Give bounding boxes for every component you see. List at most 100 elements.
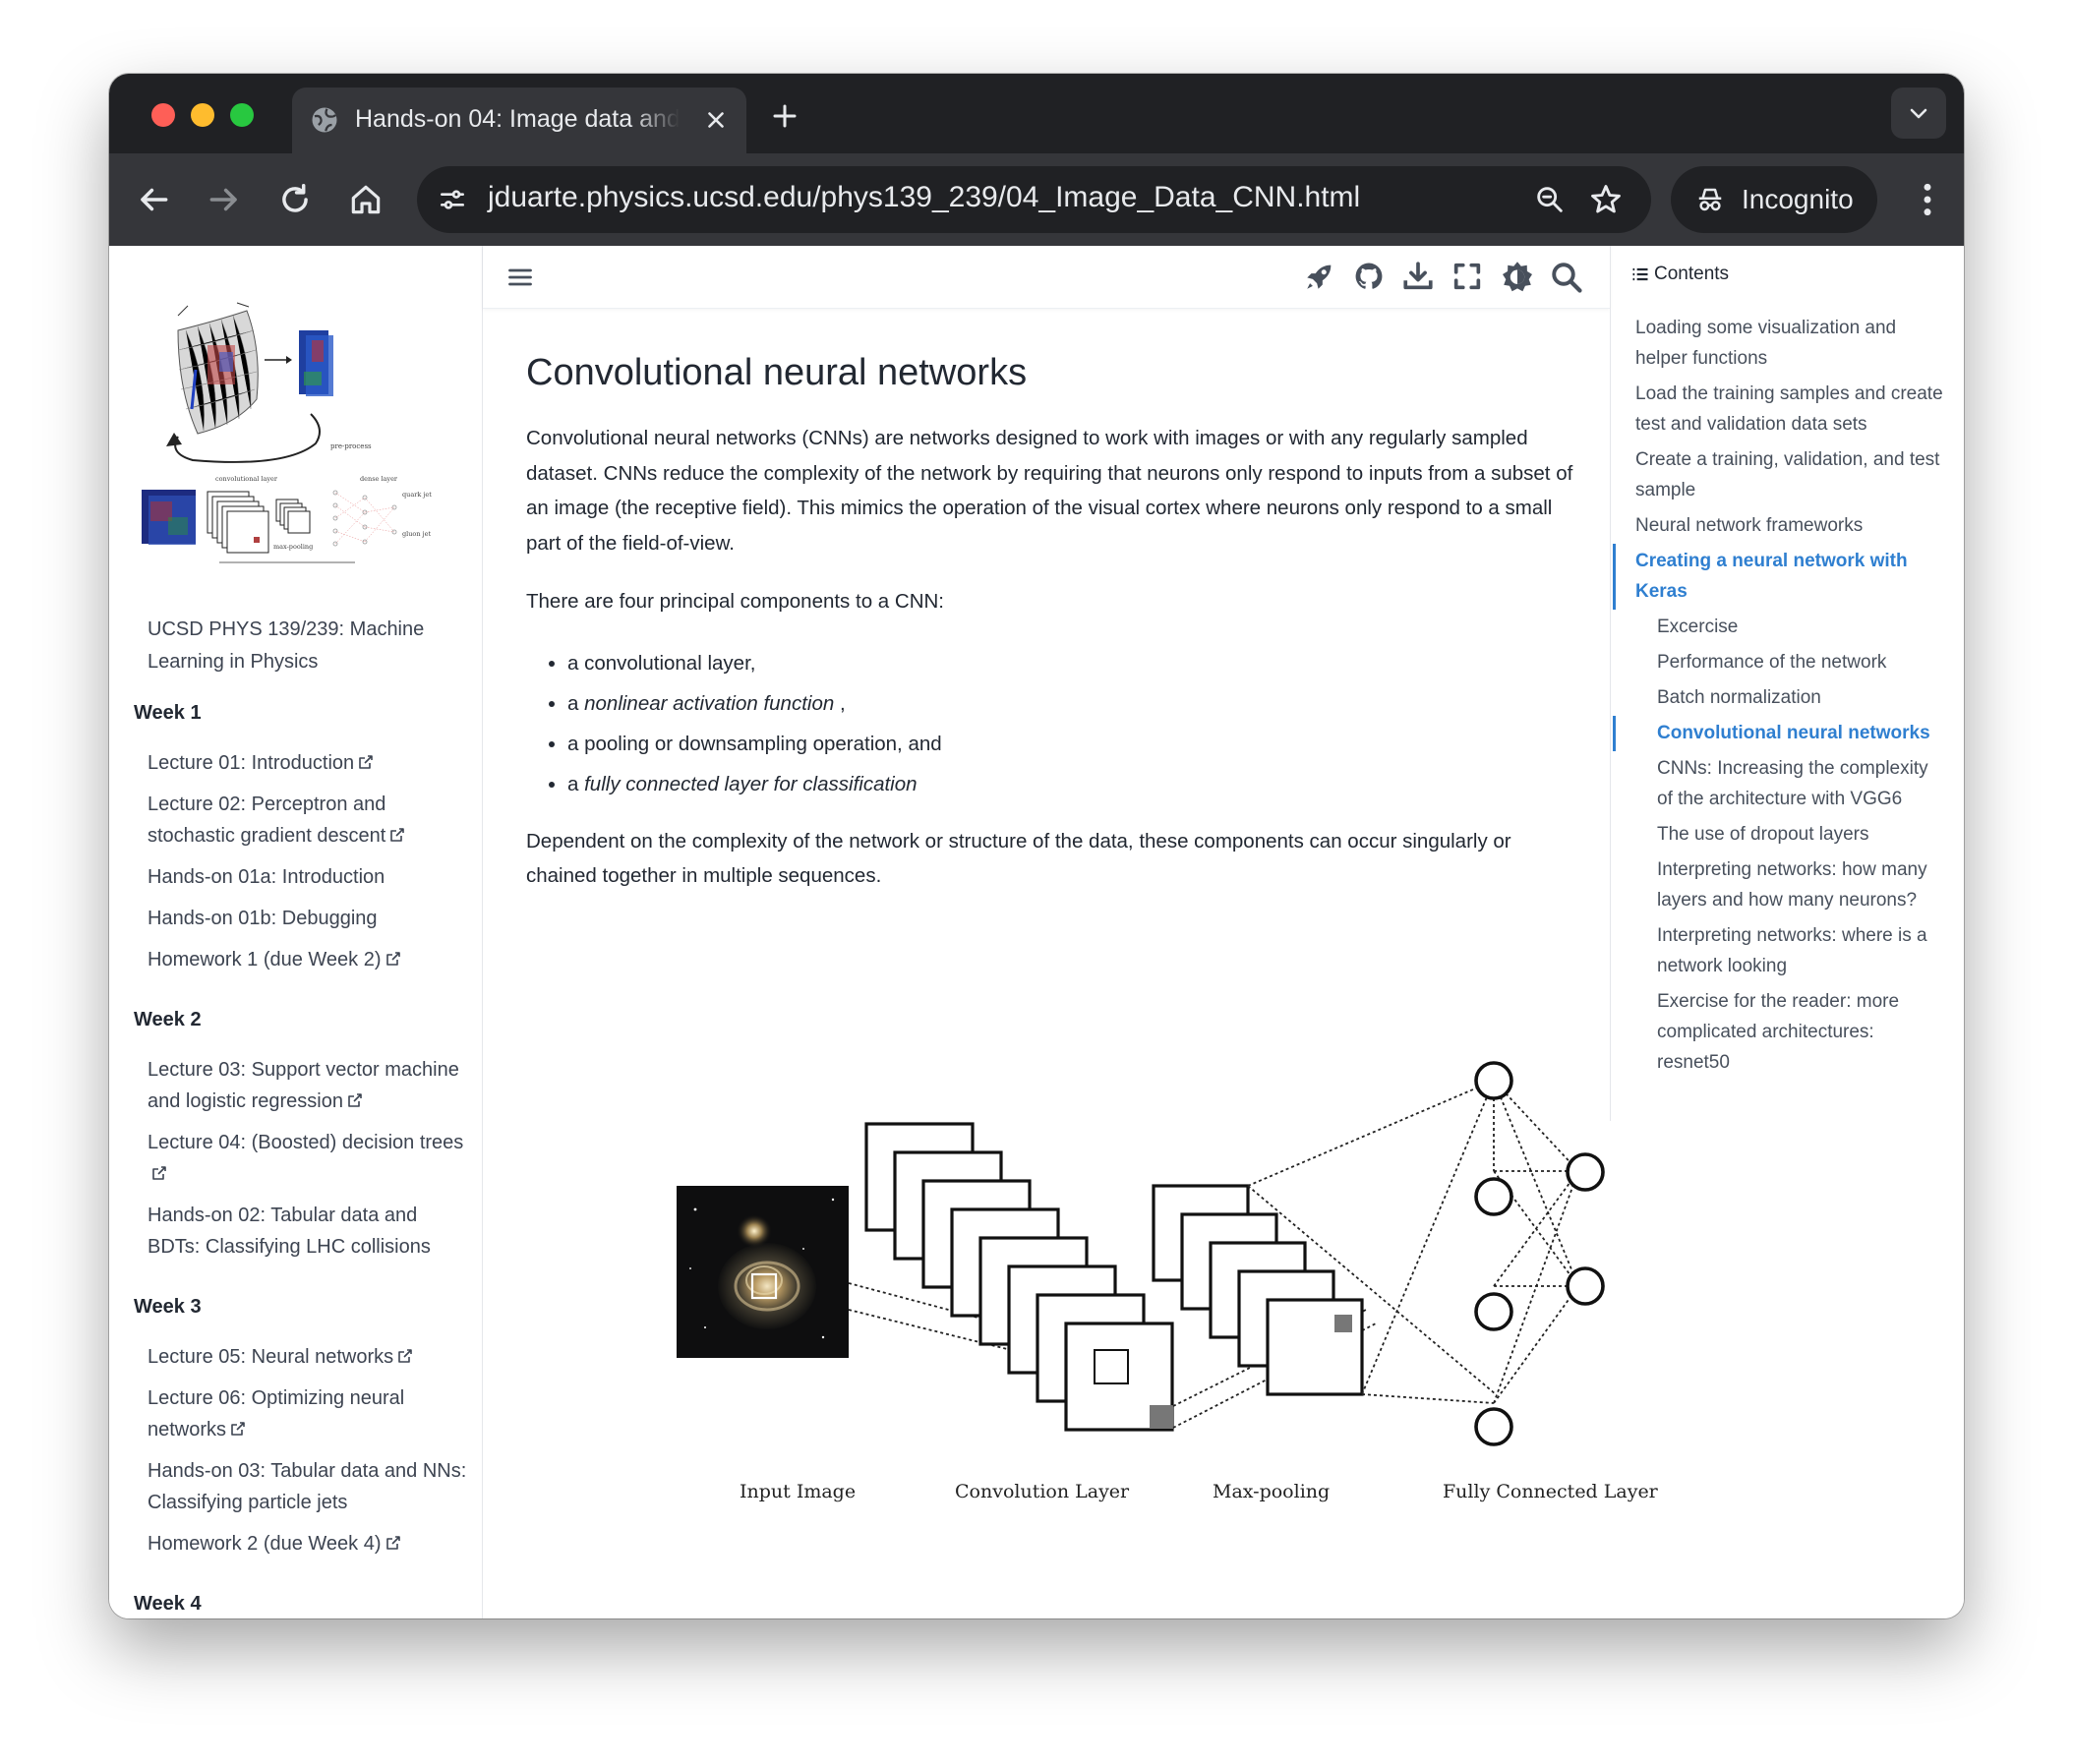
- home-icon[interactable]: [347, 181, 385, 218]
- nav-list-week-3: Lecture 05: Neural networks Lecture 06: …: [134, 1341, 473, 1559]
- url-text: jduarte.physics.ucsd.edu/phys139_239/04_…: [488, 181, 1361, 213]
- incognito-icon: [1698, 188, 1722, 211]
- external-link-icon: [359, 755, 373, 769]
- toc-item[interactable]: Creating a neural network with Keras: [1613, 544, 1964, 610]
- search-button[interactable]: [1549, 260, 1582, 293]
- nav-item-lecture-04[interactable]: Lecture 04: (Boosted) decision trees: [148, 1127, 473, 1190]
- caption-fully-connected: Fully Connected Layer: [1443, 1481, 1658, 1502]
- maximize-window-button[interactable]: [230, 103, 254, 127]
- article-header: [483, 246, 1610, 309]
- tab-title: Hands-on 04: Image data and CNNs: [355, 105, 680, 133]
- max-pooling-stack: [1152, 1184, 1364, 1396]
- toc-item[interactable]: Exercise for the reader: more complicate…: [1613, 984, 1964, 1081]
- browser-tab[interactable]: Hands-on 04: Image data and CNNs: [292, 88, 746, 153]
- zoom-icon[interactable]: [1533, 183, 1567, 216]
- list-item: a fully connected layer for classificati…: [567, 764, 1580, 804]
- rocket-icon: [1307, 265, 1332, 289]
- search-icon: [1552, 263, 1582, 293]
- nav-item-hands-on-01a[interactable]: Hands-on 01a: Introduction: [148, 861, 473, 893]
- nav-item-label: Lecture 01: Introduction: [148, 752, 355, 774]
- close-tab-icon[interactable]: [703, 107, 729, 133]
- logo-label-dense: dense layer: [360, 475, 398, 483]
- nav-item-lecture-06[interactable]: Lecture 06: Optimizing neural networks: [148, 1382, 473, 1445]
- nav-item-lecture-03[interactable]: Lecture 03: Support vector machine and l…: [148, 1054, 473, 1117]
- nav-item-lecture-02[interactable]: Lecture 02: Perceptron and stochastic gr…: [148, 789, 473, 852]
- site-logo[interactable]: pre-process convolutional layer dense la…: [139, 291, 463, 571]
- input-image: [677, 1186, 849, 1358]
- globe-icon: [312, 107, 337, 133]
- sidebar-nav: Week 1 Lecture 01: Introduction Lecture …: [134, 698, 473, 1618]
- bookmark-star-icon[interactable]: [1588, 182, 1624, 217]
- caption-max-pooling: Max-pooling: [1213, 1481, 1331, 1502]
- tab-search-button[interactable]: [1891, 88, 1946, 139]
- nav-item-label: Homework 1 (due Week 2): [148, 949, 382, 970]
- site-settings-icon[interactable]: [437, 184, 468, 215]
- nav-item-homework-2[interactable]: Homework 2 (due Week 4): [148, 1528, 473, 1559]
- toc-header-label: Contents: [1654, 264, 1730, 284]
- site-title[interactable]: UCSD PHYS 139/239: Machine Learning in P…: [148, 614, 462, 678]
- toc-item[interactable]: Interpreting networks: where is a networ…: [1613, 918, 1964, 984]
- list-item-text: a pooling or downsampling operation, and: [567, 732, 942, 755]
- toc-item[interactable]: Create a training, validation, and test …: [1613, 442, 1964, 508]
- toc-item[interactable]: Performance of the network: [1613, 645, 1964, 680]
- nav-caption-week-1: Week 1: [134, 702, 202, 724]
- toc-item[interactable]: Load the training samples and create tes…: [1613, 377, 1964, 442]
- nav-item-label: Hands-on 01a: Introduction: [148, 866, 385, 888]
- repository-button[interactable]: [1352, 260, 1386, 293]
- brightness-icon: [1503, 262, 1532, 292]
- nav-item-lecture-05[interactable]: Lecture 05: Neural networks: [148, 1341, 473, 1373]
- back-arrow-icon[interactable]: [135, 181, 172, 218]
- hamburger-menu-icon[interactable]: [506, 264, 534, 291]
- forward-arrow-icon[interactable]: [206, 181, 243, 218]
- close-window-button[interactable]: [151, 103, 175, 127]
- toc-item[interactable]: CNNs: Increasing the complexity of the a…: [1613, 751, 1964, 817]
- reload-icon[interactable]: [276, 181, 314, 218]
- address-bar[interactable]: jduarte.physics.ucsd.edu/phys139_239/04_…: [417, 166, 1651, 233]
- components-list: a convolutional layer, a nonlinear activ…: [526, 643, 1580, 804]
- fully-connected-nodes: [1474, 1061, 1605, 1446]
- download-button[interactable]: [1401, 260, 1435, 293]
- external-link-icon: [390, 828, 405, 842]
- theme-toggle-button[interactable]: [1500, 260, 1533, 293]
- logo-label-gluon: gluon jet: [402, 530, 431, 538]
- minimize-window-button[interactable]: [191, 103, 214, 127]
- list-item: a pooling or downsampling operation, and: [567, 724, 1580, 764]
- nav-item-label: Hands-on 01b: Debugging: [148, 908, 378, 929]
- toc-item[interactable]: Batch normalization: [1613, 680, 1964, 716]
- list-item-text: ,: [834, 691, 846, 715]
- new-tab-icon[interactable]: [770, 101, 800, 131]
- nav-item-hands-on-03[interactable]: Hands-on 03: Tabular data and NNs: Class…: [148, 1455, 473, 1518]
- toc-item[interactable]: Loading some visualization and helper fu…: [1613, 311, 1964, 377]
- nav-item-hands-on-01b[interactable]: Hands-on 01b: Debugging: [148, 903, 473, 934]
- external-link-icon: [231, 1422, 245, 1436]
- toc-item[interactable]: Convolutional neural networks: [1613, 716, 1964, 751]
- nav-item-label: Homework 2 (due Week 4): [148, 1533, 382, 1555]
- nav-list-week-1: Lecture 01: Introduction Lecture 02: Per…: [134, 747, 473, 975]
- logo-label-preprocess: pre-process: [330, 442, 372, 450]
- nav-item-homework-1[interactable]: Homework 1 (due Week 2): [148, 944, 473, 975]
- external-link-icon: [385, 1536, 400, 1550]
- list-item-text: a convolutional layer,: [567, 651, 756, 675]
- incognito-indicator[interactable]: Incognito: [1671, 166, 1877, 233]
- launch-button[interactable]: [1303, 260, 1336, 293]
- list-item-text: a: [567, 772, 585, 795]
- nav-caption-week-3: Week 3: [134, 1296, 202, 1318]
- nav-item-label: Hands-on 02: Tabular data and BDTs: Clas…: [148, 1205, 431, 1258]
- web-page: pre-process convolutional layer dense la…: [109, 246, 1964, 1618]
- nav-item-label: Lecture 04: (Boosted) decision trees: [148, 1132, 464, 1153]
- left-sidebar: pre-process convolutional layer dense la…: [109, 246, 483, 1618]
- toc-item[interactable]: Excercise: [1613, 610, 1964, 645]
- nav-item-label: Hands-on 03: Tabular data and NNs: Class…: [148, 1460, 467, 1513]
- logo-label-quark: quark jet: [402, 491, 432, 499]
- toc-item[interactable]: Interpreting networks: how many layers a…: [1613, 853, 1964, 918]
- cnn-diagram-graphic: [677, 1061, 1605, 1446]
- nav-item-hands-on-02[interactable]: Hands-on 02: Tabular data and BDTs: Clas…: [148, 1200, 473, 1263]
- logo-label-maxpool: max-pooling: [273, 543, 313, 551]
- toc-item[interactable]: The use of dropout layers: [1613, 817, 1964, 853]
- toc-item[interactable]: Neural network frameworks: [1613, 508, 1964, 544]
- list-item: a convolutional layer,: [567, 643, 1580, 683]
- nav-item-lecture-01[interactable]: Lecture 01: Introduction: [148, 747, 473, 779]
- browser-menu-icon[interactable]: [1921, 181, 1934, 218]
- list-item-text: a: [567, 691, 585, 715]
- fullscreen-button[interactable]: [1451, 260, 1484, 293]
